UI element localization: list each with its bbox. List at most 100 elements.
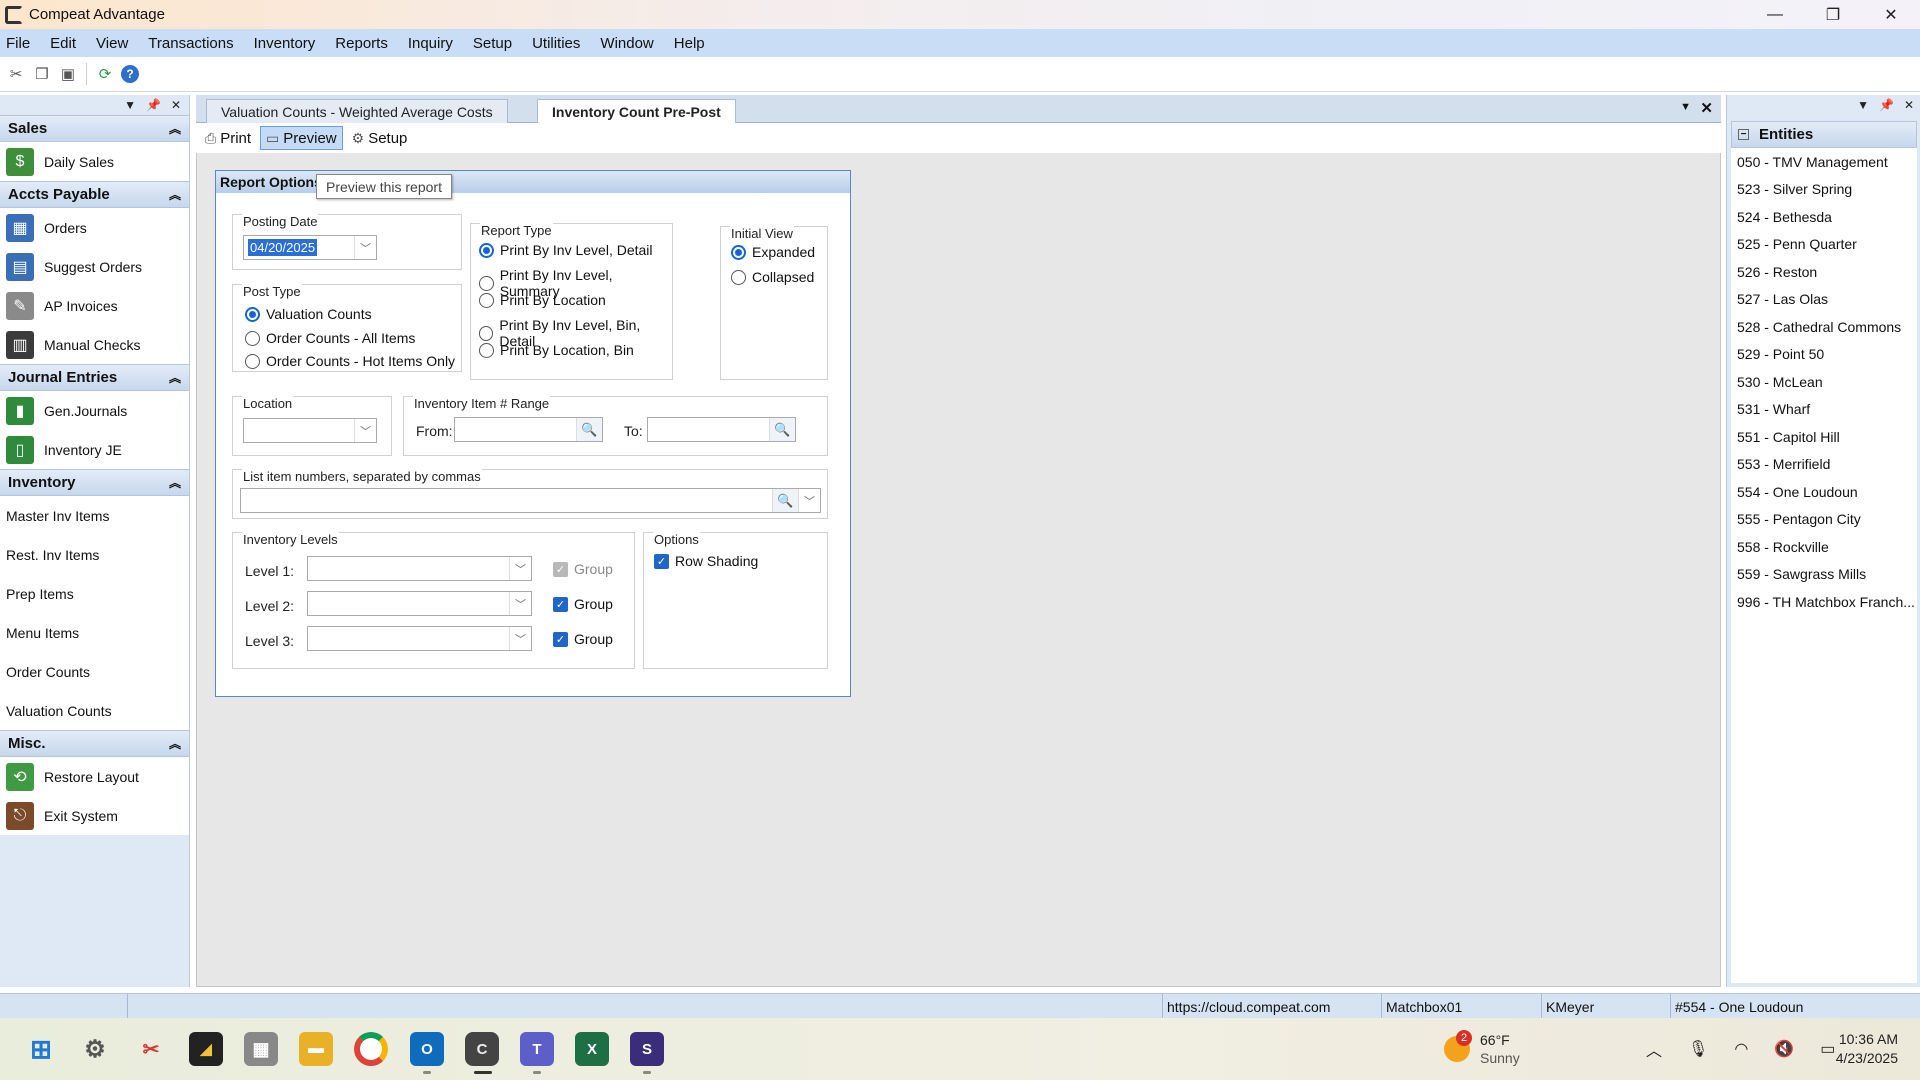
level-3-select[interactable]: ﹀ [307, 626, 532, 651]
nav-item-order-counts[interactable]: Order Counts [0, 652, 189, 691]
print-button[interactable]: ⎙ Print [200, 126, 256, 150]
close-window-button[interactable]: ✕ [1862, 0, 1920, 29]
collapse-chevron-icon[interactable]: ︽ [169, 369, 181, 386]
search-icon[interactable]: 🔍 [576, 418, 602, 441]
post-type-order-counts-all[interactable]: Order Counts - All Items [245, 330, 415, 346]
entity-item[interactable]: 555 - Pentagon City [1731, 506, 1917, 534]
menu-transactions[interactable]: Transactions [148, 35, 233, 52]
windows-start-icon[interactable]: ⊞ [24, 1032, 58, 1066]
item-from-input[interactable]: 🔍 [454, 417, 603, 442]
nav-item-suggest-orders[interactable]: ▤ Suggest Orders [0, 247, 189, 286]
search-icon[interactable]: 🔍 [772, 489, 798, 512]
entity-item[interactable]: 524 - Bethesda [1731, 203, 1917, 231]
minimize-button[interactable]: — [1746, 0, 1804, 29]
nav-group-sales[interactable]: Sales ︽ [0, 115, 189, 142]
nav-item-restore-layout[interactable]: ⟲ Restore Layout [0, 757, 189, 796]
menu-utilities[interactable]: Utilities [532, 35, 580, 52]
wifi-icon[interactable]: ◠ [1734, 1039, 1748, 1059]
pane-close-icon[interactable]: ✕ [171, 98, 181, 112]
calculator-icon[interactable]: ▦ [244, 1032, 278, 1066]
menu-window[interactable]: Window [600, 35, 653, 52]
nav-item-inventory-je[interactable]: ▯ Inventory JE [0, 430, 189, 469]
restore-button[interactable]: ❐ [1804, 0, 1862, 29]
pane-dropdown-icon[interactable]: ▼ [124, 98, 136, 112]
tools-icon[interactable]: ✂ [6, 64, 26, 84]
menu-edit[interactable]: Edit [50, 35, 76, 52]
preview-button[interactable]: ▭ Preview [260, 126, 343, 150]
nav-item-menu-items[interactable]: Menu Items [0, 613, 189, 652]
nav-item-ap-invoices[interactable]: ✎ AP Invoices [0, 286, 189, 325]
collapse-minus-icon[interactable]: − [1738, 129, 1749, 140]
nav-item-valuation-counts[interactable]: Valuation Counts [0, 691, 189, 730]
entity-item[interactable]: 996 - TH Matchbox Franch... [1731, 588, 1917, 616]
chevron-down-icon[interactable]: ﹀ [354, 236, 376, 259]
tab-list-dropdown-icon[interactable]: ▼ [1680, 101, 1691, 113]
entities-header[interactable]: − Entities [1731, 121, 1917, 148]
nav-item-prep-items[interactable]: Prep Items [0, 574, 189, 613]
entity-item[interactable]: 050 - TMV Management [1731, 148, 1917, 176]
collapse-chevron-icon[interactable]: ︽ [169, 735, 181, 752]
entity-item[interactable]: 551 - Capitol Hill [1731, 423, 1917, 451]
search-icon[interactable]: 🔍 [769, 418, 795, 441]
report-type-location-bin[interactable]: Print By Location, Bin [479, 342, 634, 358]
shortcut-app-icon[interactable]: S [630, 1032, 664, 1066]
outlook-icon[interactable]: O [410, 1032, 444, 1066]
entity-item[interactable]: 531 - Wharf [1731, 396, 1917, 424]
copy-icon[interactable]: ❐ [32, 64, 52, 84]
menu-setup[interactable]: Setup [473, 35, 512, 52]
entity-item[interactable]: 528 - Cathedral Commons [1731, 313, 1917, 341]
nav-item-rest-inv-items[interactable]: Rest. Inv Items [0, 535, 189, 574]
initial-view-expanded[interactable]: Expanded [731, 244, 815, 260]
save-icon[interactable]: ▣ [58, 64, 78, 84]
file-explorer-icon[interactable]: ▬ [299, 1032, 333, 1066]
level-3-group-checkbox[interactable]: ✓ Group [553, 631, 613, 647]
item-to-input[interactable]: 🔍 [647, 417, 796, 442]
sticky-notes-icon[interactable]: ◢ [189, 1032, 223, 1066]
speaker-muted-icon[interactable]: 🔇 [1774, 1039, 1794, 1059]
level-2-select[interactable]: ﹀ [307, 591, 532, 616]
entity-item[interactable]: 553 - Merrifield [1731, 451, 1917, 479]
nav-item-daily-sales[interactable]: $ Daily Sales [0, 142, 189, 181]
settings-gear-icon[interactable]: ⚙ [78, 1032, 112, 1066]
nav-group-misc[interactable]: Misc. ︽ [0, 730, 189, 757]
entity-item[interactable]: 523 - Silver Spring [1731, 176, 1917, 204]
collapse-chevron-icon[interactable]: ︽ [169, 120, 181, 137]
compeat-app-icon[interactable]: C [465, 1032, 499, 1066]
tab-valuation-counts[interactable]: Valuation Counts - Weighted Average Cost… [206, 99, 508, 123]
level-2-group-checkbox[interactable]: ✓ Group [553, 596, 613, 612]
report-type-location[interactable]: Print By Location [479, 292, 606, 308]
tab-inventory-count-pre-post[interactable]: Inventory Count Pre-Post [537, 99, 736, 124]
entity-item[interactable]: 527 - Las Olas [1731, 286, 1917, 314]
weather-widget[interactable]: 2 66°F Sunny [1444, 1018, 1520, 1080]
pin-icon[interactable]: 📌 [146, 98, 161, 112]
menu-inventory[interactable]: Inventory [254, 35, 316, 52]
menu-view[interactable]: View [96, 35, 128, 52]
chrome-icon[interactable] [354, 1032, 388, 1066]
initial-view-collapsed[interactable]: Collapsed [731, 269, 814, 285]
pin-icon[interactable]: 📌 [1879, 98, 1894, 112]
excel-icon[interactable]: X [575, 1032, 609, 1066]
setup-button[interactable]: ⚙ Setup [347, 126, 413, 150]
nav-item-orders[interactable]: ▦ Orders [0, 208, 189, 247]
chevron-down-icon[interactable]: ﹀ [509, 627, 531, 650]
chevron-down-icon[interactable]: ﹀ [509, 557, 531, 580]
nav-item-manual-checks[interactable]: ▥ Manual Checks [0, 325, 189, 364]
nav-group-inventory[interactable]: Inventory ︽ [0, 469, 189, 496]
snipping-tool-icon[interactable]: ✂ [134, 1032, 168, 1066]
entity-item[interactable]: 559 - Sawgrass Mills [1731, 561, 1917, 589]
collapse-chevron-icon[interactable]: ︽ [169, 474, 181, 491]
row-shading-checkbox[interactable]: ✓ Row Shading [654, 553, 758, 569]
location-select[interactable]: ﹀ [243, 418, 377, 443]
chevron-up-icon[interactable]: ︿ [1646, 1037, 1662, 1061]
nav-item-exit-system[interactable]: ⎋ Exit System [0, 796, 189, 835]
chevron-down-icon[interactable]: ﹀ [354, 419, 376, 442]
entity-item[interactable]: 526 - Reston [1731, 258, 1917, 286]
entity-item[interactable]: 558 - Rockville [1731, 533, 1917, 561]
clock[interactable]: 10:36 AM 4/23/2025 [1826, 1018, 1898, 1080]
nav-item-master-inv-items[interactable]: Master Inv Items [0, 496, 189, 535]
level-1-select[interactable]: ﹀ [307, 556, 532, 581]
nav-item-gen-journals[interactable]: ▮ Gen.Journals [0, 391, 189, 430]
menu-reports[interactable]: Reports [335, 35, 388, 52]
chevron-down-icon[interactable]: ﹀ [798, 489, 820, 512]
entity-item[interactable]: 554 - One Loudoun [1731, 478, 1917, 506]
